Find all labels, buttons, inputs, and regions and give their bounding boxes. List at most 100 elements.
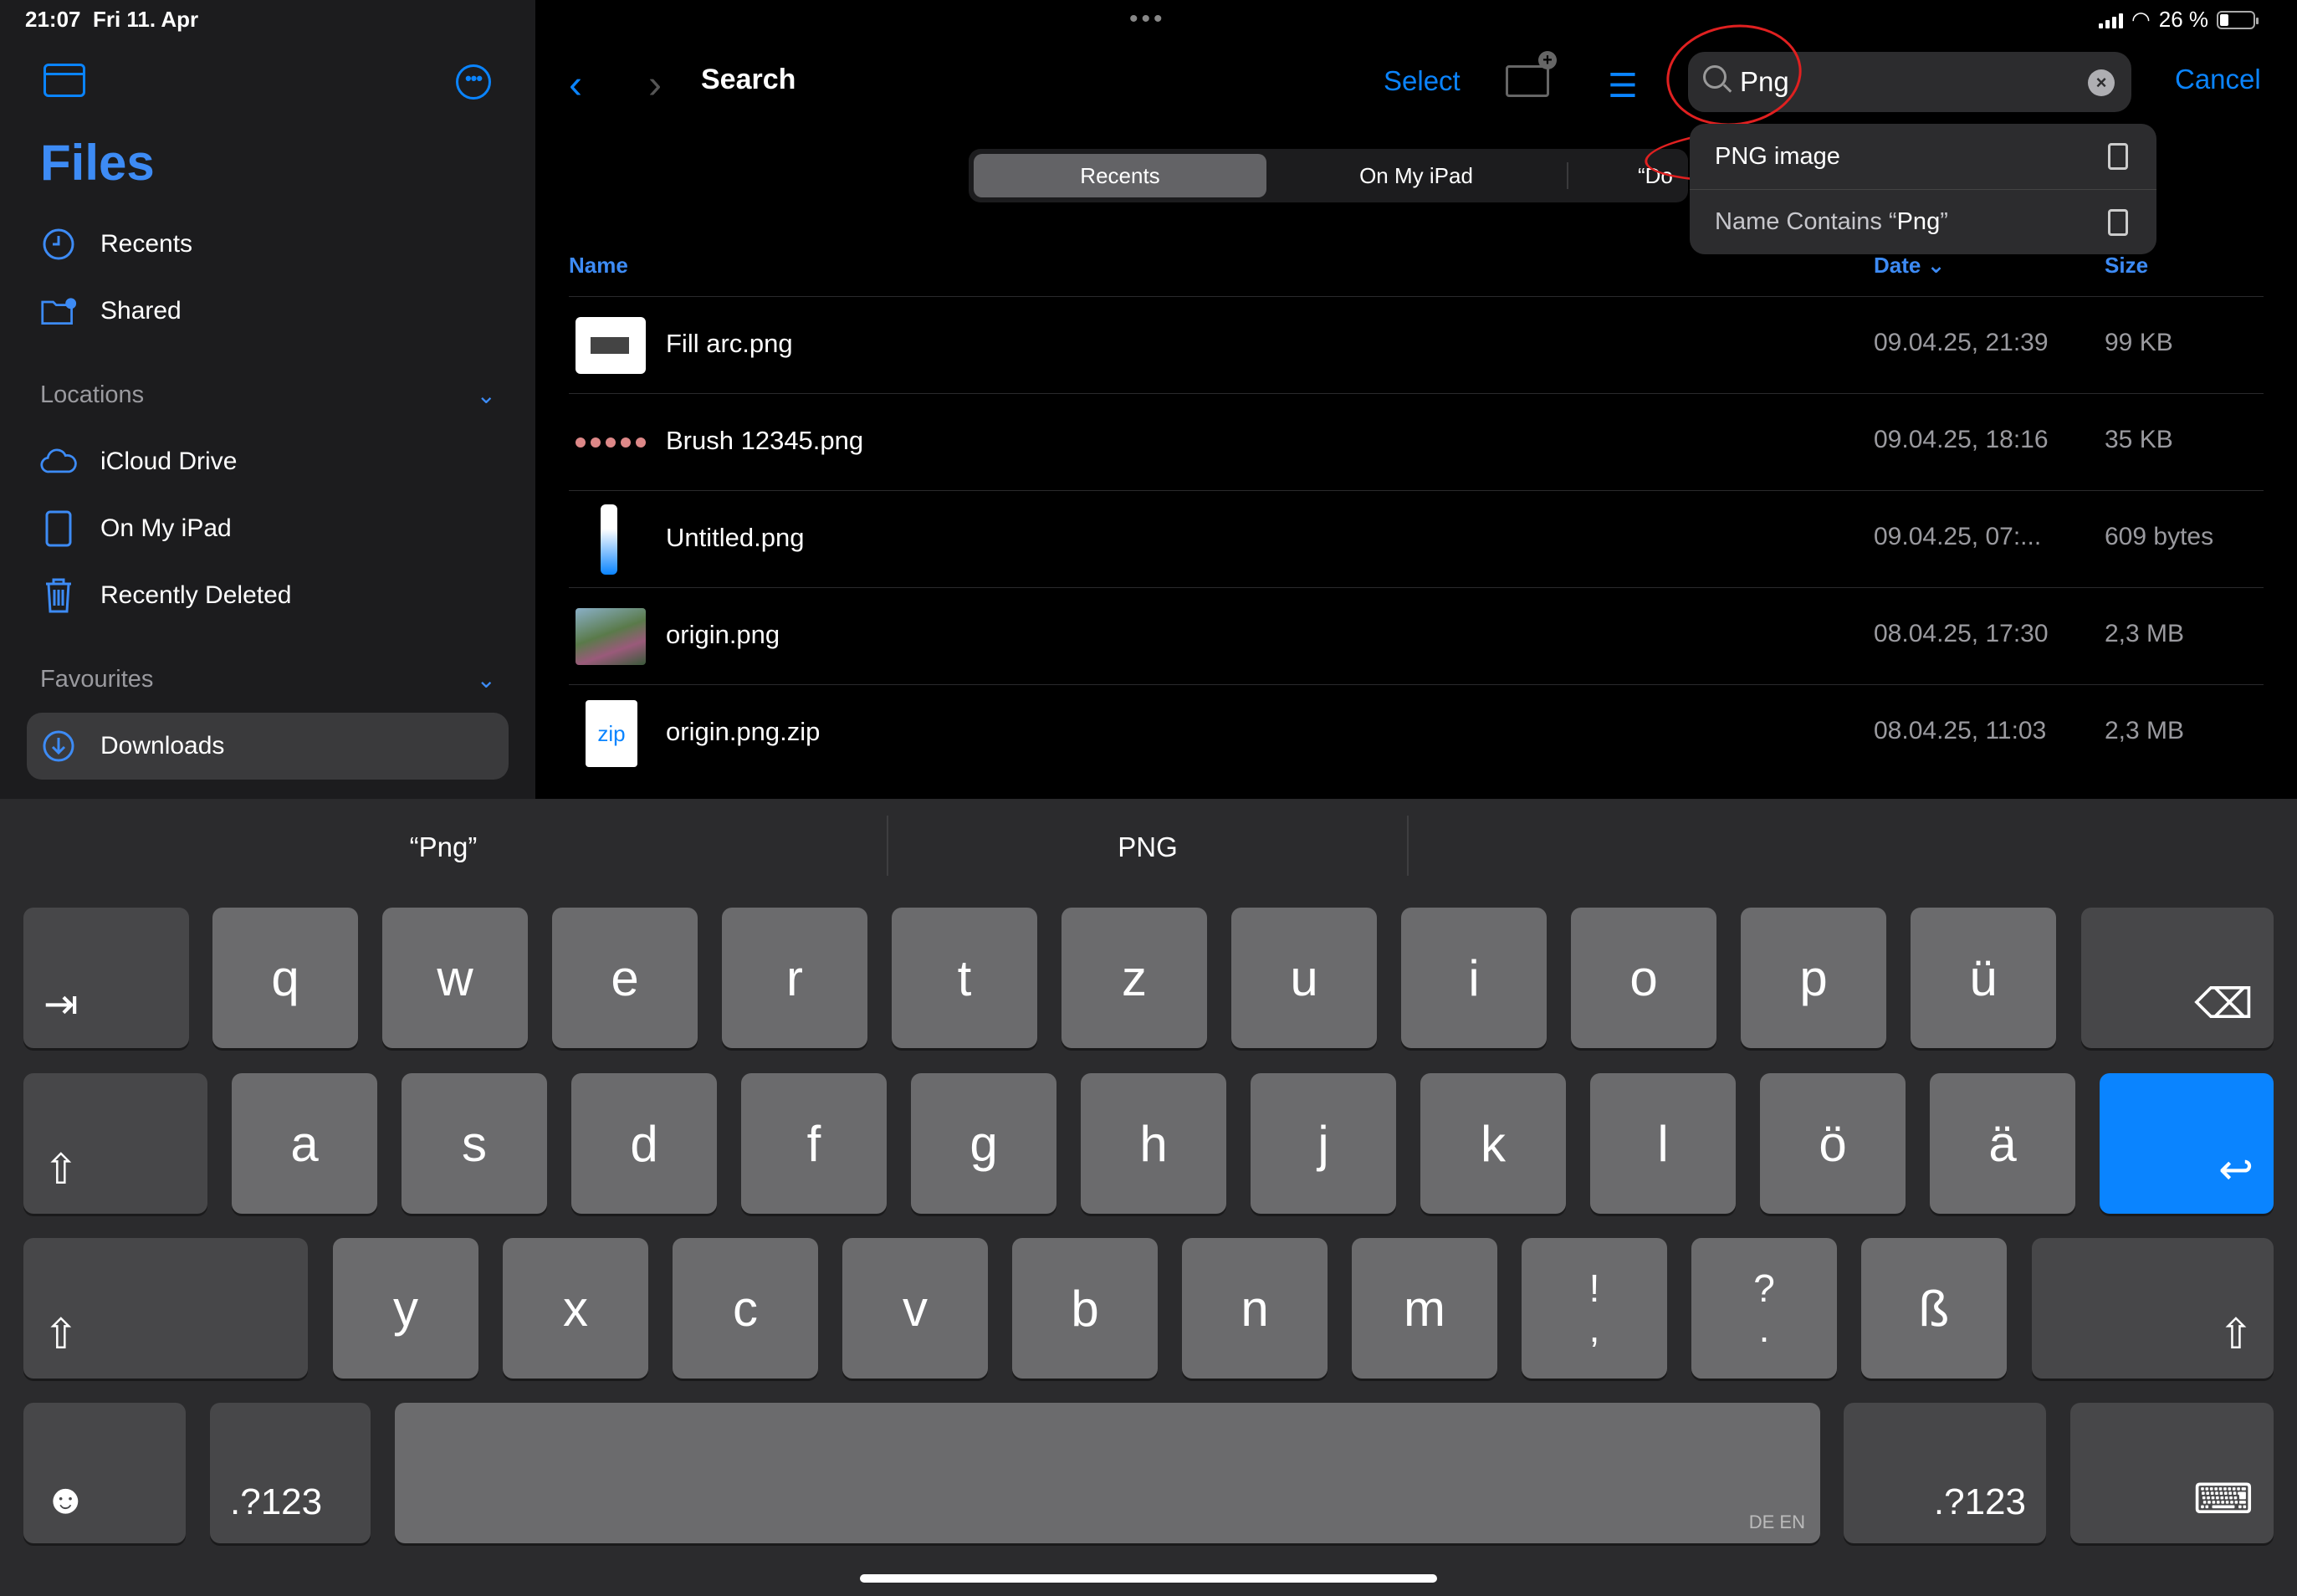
emoji-key[interactable]: ☻ — [23, 1403, 186, 1543]
key-j[interactable]: j — [1251, 1073, 1396, 1214]
key-question-period[interactable]: ?. — [1691, 1238, 1837, 1379]
key-c[interactable]: c — [673, 1238, 818, 1379]
search-scope-control: Recents On My iPad “Do — [969, 149, 1688, 202]
key-o[interactable]: o — [1571, 908, 1716, 1048]
multitask-dots[interactable]: ••• — [1129, 5, 1166, 33]
prediction-png[interactable]: PNG — [888, 817, 1407, 877]
key-h[interactable]: h — [1081, 1073, 1226, 1214]
sidebar-item-label: Downloads — [100, 732, 225, 760]
key-u[interactable]: u — [1231, 908, 1377, 1048]
favourites-header[interactable]: Favourites ⌄ — [40, 666, 496, 693]
language-indicator: DE EN — [1748, 1512, 1805, 1532]
select-button[interactable]: Select — [1384, 65, 1461, 97]
key-t[interactable]: t — [892, 908, 1037, 1048]
suggestion-png-image[interactable]: PNG image — [1690, 124, 2156, 189]
suggestion-name-contains[interactable]: Name Contains “Png” — [1690, 189, 2156, 254]
key-d[interactable]: d — [571, 1073, 717, 1214]
key-l[interactable]: l — [1590, 1073, 1736, 1214]
sidebar-item-downloads[interactable]: Downloads — [40, 721, 224, 771]
key-f[interactable]: f — [741, 1073, 887, 1214]
sidebar: ••• Files Recents Shared Locations ⌄ iCl… — [0, 0, 535, 799]
column-date[interactable]: Date ⌄ — [1874, 253, 1945, 279]
key-z[interactable]: z — [1062, 908, 1207, 1048]
chevron-down-icon[interactable]: ⌄ — [477, 381, 496, 409]
key-n[interactable]: n — [1182, 1238, 1328, 1379]
key-exclamation-comma[interactable]: !, — [1522, 1238, 1667, 1379]
list-view-icon[interactable]: ☰ — [1608, 67, 1638, 105]
key-a[interactable]: a — [232, 1073, 377, 1214]
home-indicator[interactable] — [860, 1574, 1437, 1583]
chevron-down-icon[interactable]: ⌄ — [477, 666, 496, 693]
key-m[interactable]: m — [1352, 1238, 1497, 1379]
keyboard: “Png” PNG ⇥ q w e r t z u i o p ü ⌫ ⇧ a … — [0, 799, 2297, 1596]
key-i[interactable]: i — [1401, 908, 1547, 1048]
space-bar[interactable]: DE EN — [395, 1403, 1820, 1543]
key-b[interactable]: b — [1012, 1238, 1158, 1379]
sidebar-item-shared[interactable]: Shared — [40, 286, 182, 336]
shift-right-key[interactable]: ⇧ — [2032, 1238, 2274, 1379]
key-r[interactable]: r — [722, 908, 867, 1048]
key-eszett[interactable]: ß — [1861, 1238, 2007, 1379]
file-row[interactable]: Fill arc.png 09.04.25, 21:39 99 KB — [569, 296, 2264, 393]
search-input[interactable] — [1740, 64, 2074, 100]
sidebar-item-recents[interactable]: Recents — [40, 219, 192, 269]
locations-header[interactable]: Locations ⌄ — [40, 381, 496, 409]
return-key[interactable]: ↩ — [2100, 1073, 2274, 1214]
file-row[interactable]: Untitled.png 09.04.25, 07:... 609 bytes — [569, 490, 2264, 587]
key-p[interactable]: p — [1741, 908, 1886, 1048]
key-s[interactable]: s — [402, 1073, 547, 1214]
numbers-key-right[interactable]: .?123 — [1844, 1403, 2046, 1543]
file-thumbnail — [576, 608, 646, 665]
file-date: 09.04.25, 18:16 — [1874, 426, 2049, 453]
signal-icon — [2099, 12, 2124, 28]
key-x[interactable]: x — [503, 1238, 648, 1379]
sidebar-item-on-my-ipad[interactable]: On My iPad — [40, 504, 232, 554]
key-o-umlaut[interactable]: ö — [1760, 1073, 1906, 1214]
key-k[interactable]: k — [1420, 1073, 1566, 1214]
key-a-umlaut[interactable]: ä — [1930, 1073, 2075, 1214]
file-date: 09.04.25, 21:39 — [1874, 329, 2049, 356]
backspace-key[interactable]: ⌫ — [2081, 908, 2274, 1048]
zip-file-icon: zip — [586, 700, 637, 767]
numbers-key-left[interactable]: .?123 — [210, 1403, 371, 1543]
cancel-button[interactable]: Cancel — [2175, 64, 2261, 95]
key-e[interactable]: e — [552, 908, 698, 1048]
sidebar-item-icloud-drive[interactable]: iCloud Drive — [40, 437, 237, 487]
file-date: 09.04.25, 07:... — [1874, 523, 2042, 550]
back-chevron-icon[interactable]: ‹ — [569, 62, 582, 108]
shift-lock-key[interactable]: ⇧ — [23, 1073, 207, 1214]
file-size: 2,3 MB — [2105, 620, 2185, 647]
prediction-quoted[interactable]: “Png” — [0, 817, 887, 877]
page-title: Search — [701, 64, 796, 95]
file-row[interactable]: Brush 12345.png 09.04.25, 18:16 35 KB — [569, 393, 2264, 490]
scope-recents[interactable]: Recents — [974, 154, 1266, 197]
tab-key[interactable]: ⇥ — [23, 908, 189, 1048]
sidebar-item-recently-deleted[interactable]: Recently Deleted — [40, 570, 291, 621]
forward-chevron-icon[interactable]: › — [648, 62, 662, 108]
key-y[interactable]: y — [333, 1238, 478, 1379]
file-date: 08.04.25, 11:03 — [1874, 717, 2047, 744]
scope-other[interactable]: “Do — [1638, 154, 1688, 197]
file-size: 99 KB — [2105, 329, 2173, 356]
file-row[interactable]: origin.png 08.04.25, 17:30 2,3 MB — [569, 587, 2264, 684]
key-w[interactable]: w — [382, 908, 528, 1048]
status-time: 21:07 Fri 11. Apr — [25, 7, 199, 32]
key-q[interactable]: q — [212, 908, 358, 1048]
more-options-icon[interactable]: ••• — [456, 64, 491, 100]
sidebar-toggle-icon[interactable] — [43, 64, 85, 97]
shift-left-key[interactable]: ⇧ — [23, 1238, 308, 1379]
new-folder-icon[interactable] — [1506, 51, 1557, 97]
key-v[interactable]: v — [842, 1238, 988, 1379]
file-name: origin.png.zip — [666, 717, 821, 746]
column-name[interactable]: Name — [569, 253, 628, 279]
search-field[interactable]: × — [1688, 52, 2131, 112]
hide-keyboard-key[interactable]: ⌨ — [2070, 1403, 2274, 1543]
scope-on-my-ipad[interactable]: On My iPad — [1270, 154, 1563, 197]
key-g[interactable]: g — [911, 1073, 1056, 1214]
key-u-umlaut[interactable]: ü — [1911, 908, 2056, 1048]
column-size[interactable]: Size — [2105, 253, 2148, 279]
sidebar-item-label: On My iPad — [100, 514, 232, 542]
file-row[interactable]: zip origin.png.zip 08.04.25, 11:03 2,3 M… — [569, 684, 2264, 781]
clear-search-icon[interactable]: × — [2088, 69, 2115, 96]
sidebar-item-label: Shared — [100, 297, 182, 325]
